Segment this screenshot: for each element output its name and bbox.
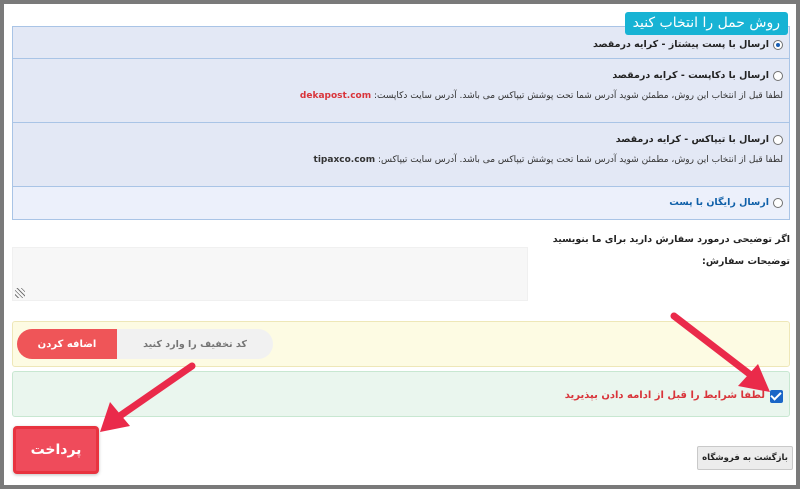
pay-button[interactable]: پرداخت <box>13 426 99 474</box>
order-notes-heading: اگر توضیحی درمورد سفارش دارید برای ما بن… <box>552 234 790 245</box>
shipping-method-title: روش حمل را انتخاب کنید <box>624 12 788 35</box>
dekapost-site-link[interactable]: dekapost.com <box>300 91 371 101</box>
shipping-option-dekapost[interactable]: ارسال با دکاپست - کرایه درمقصد لطفا قبل … <box>13 59 789 123</box>
resize-grip-icon[interactable] <box>15 288 25 298</box>
tipax-site-link[interactable]: tipaxco.com <box>314 155 376 165</box>
checkout-page: روش حمل را انتخاب کنید ارسال با پست پیشت… <box>4 4 796 485</box>
coupon-bar: اضافه کردن <box>12 321 790 367</box>
note-text: لطفا قبل از انتخاب این روش، مطمئن شوید آ… <box>374 91 783 101</box>
apply-coupon-button[interactable]: اضافه کردن <box>17 329 117 359</box>
order-notes-textarea[interactable] <box>12 247 528 301</box>
shipping-option-free[interactable]: ارسال رایگان با پست <box>13 187 789 219</box>
shipping-option-tipax[interactable]: ارسال با تیپاکس - کرایه درمقصد لطفا قبل … <box>13 123 789 187</box>
order-notes-label: توضیحات سفارش: <box>702 256 790 267</box>
option-label: ارسال با دکاپست - کرایه درمقصد <box>612 70 769 81</box>
terms-label: لطفا شرایط را قبل از ادامه دادن بپذیرید <box>564 390 765 401</box>
coupon-input[interactable] <box>117 329 273 359</box>
option-note: لطفا قبل از انتخاب این روش، مطمئن شوید آ… <box>314 155 783 165</box>
option-label: ارسال با تیپاکس - کرایه درمقصد <box>615 134 769 145</box>
radio-tipax[interactable] <box>773 134 783 145</box>
note-text: لطفا قبل از انتخاب این روش، مطمئن شوید آ… <box>377 155 783 165</box>
back-to-shop-button[interactable]: بازگشت به فروشگاه <box>697 446 793 470</box>
option-note: لطفا قبل از انتخاب این روش، مطمئن شوید آ… <box>300 91 783 101</box>
radio-free[interactable] <box>773 197 783 208</box>
shipping-methods-panel: ارسال با پست پیشتاز - کرایه درمقصد ارسال… <box>12 26 790 220</box>
terms-checkbox[interactable] <box>770 390 783 403</box>
option-label: ارسال رایگان با پست <box>669 197 769 208</box>
radio-pishtaz[interactable] <box>773 39 783 50</box>
terms-bar: لطفا شرایط را قبل از ادامه دادن بپذیرید <box>12 371 790 417</box>
option-label: ارسال با پست پیشتاز - کرایه درمقصد <box>592 39 769 50</box>
radio-dekapost[interactable] <box>773 70 783 81</box>
